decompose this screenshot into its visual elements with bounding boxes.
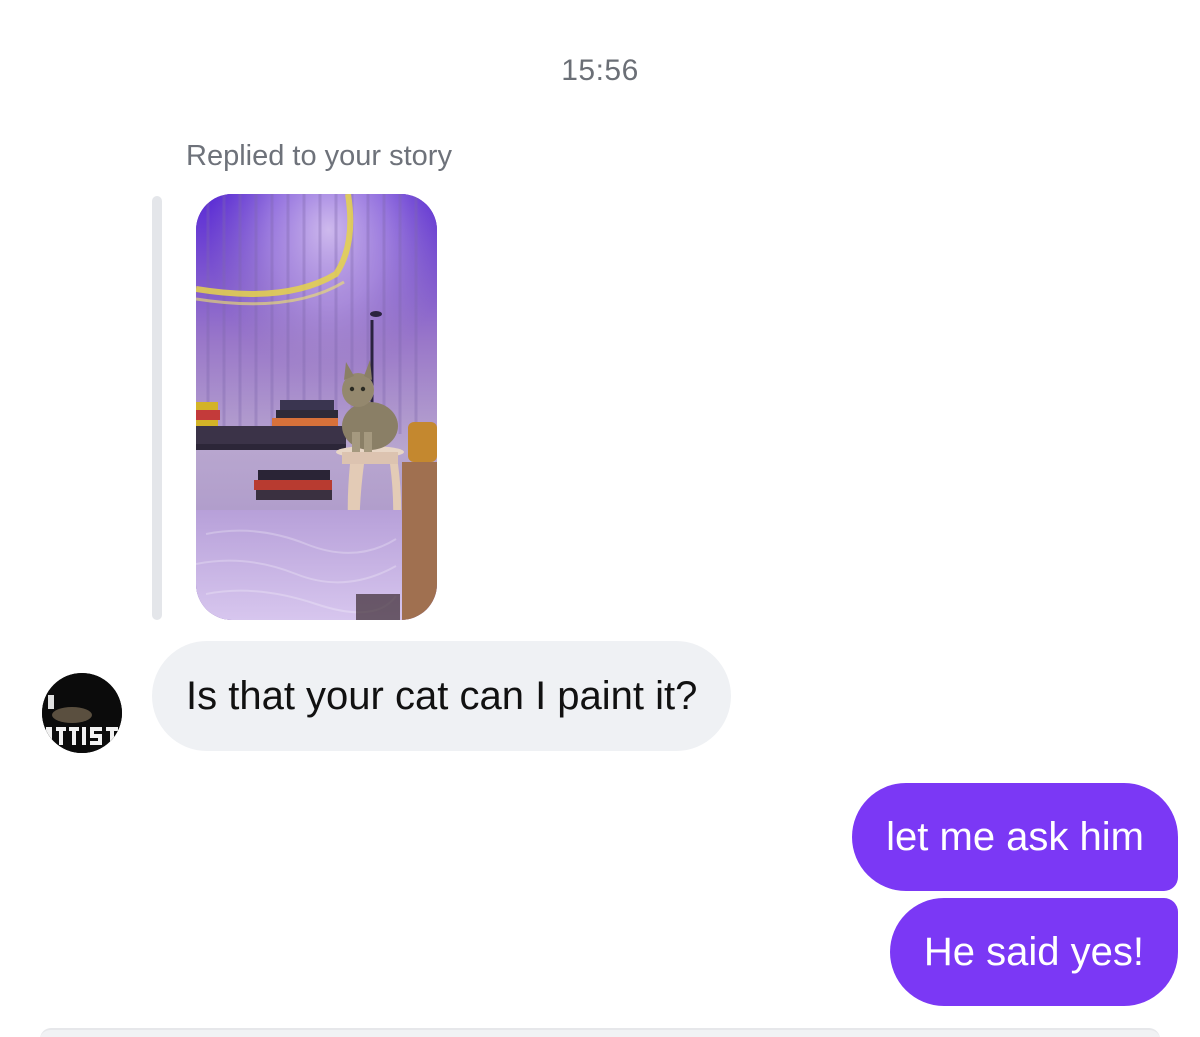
composer-edge: [40, 1028, 1160, 1037]
message-text: Is that your cat can I paint it?: [186, 674, 698, 718]
message-text: He said yes!: [923, 930, 1144, 974]
story-reply-label: Replied to your story: [186, 140, 452, 172]
story-image: [196, 194, 437, 620]
story-thumbnail[interactable]: [196, 194, 437, 620]
chat-thread: 15:56 Replied to your story Is that your…: [0, 0, 1200, 1037]
outgoing-message-bubble[interactable]: He said yes!: [889, 898, 1178, 1006]
reply-quote-bar: [152, 196, 162, 620]
outgoing-message-bubble[interactable]: let me ask him: [852, 783, 1178, 891]
avatar-image: [42, 673, 122, 753]
incoming-message-bubble[interactable]: Is that your cat can I paint it?: [152, 641, 732, 751]
sender-avatar[interactable]: [42, 673, 122, 753]
message-text: let me ask him: [886, 815, 1144, 859]
message-timestamp: 15:56: [561, 54, 639, 87]
